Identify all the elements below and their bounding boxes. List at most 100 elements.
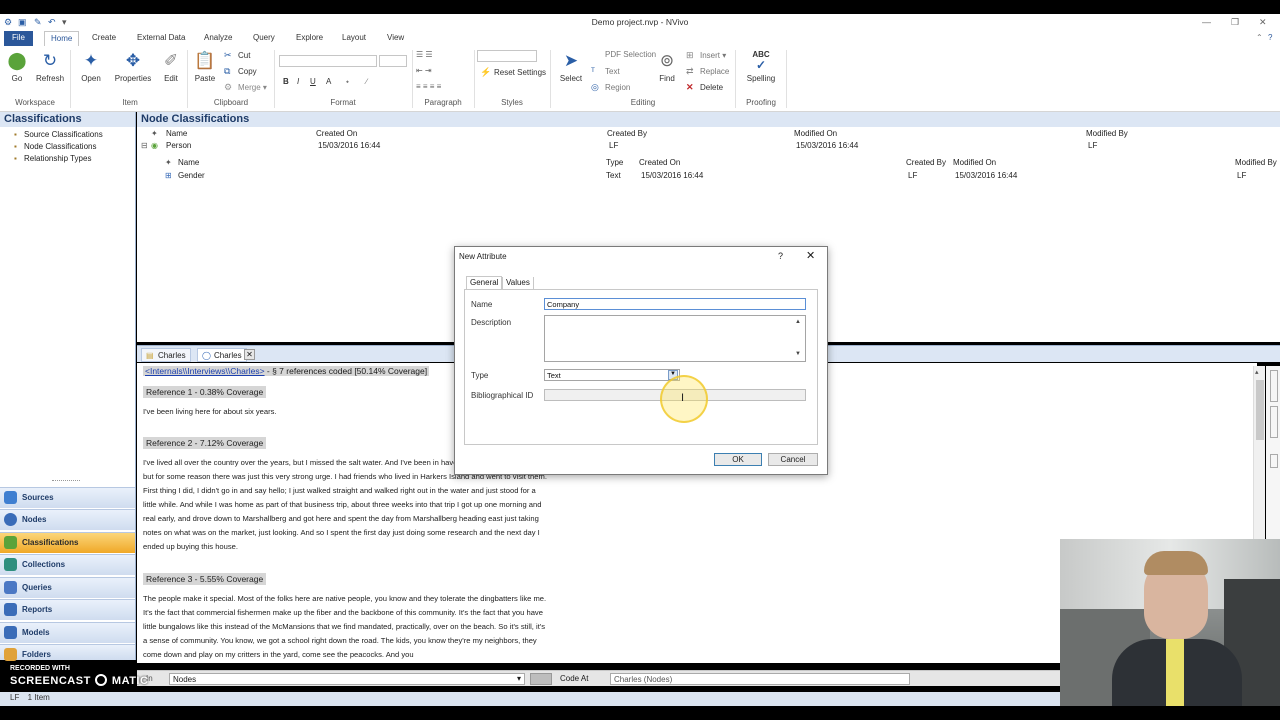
bullets-icon[interactable]: ☰ ☰ <box>416 50 433 59</box>
tree-item-label: Relationship Types <box>24 154 92 163</box>
font-size-combo[interactable] <box>379 55 407 67</box>
tab-analyze[interactable]: Analyze <box>204 33 232 42</box>
refresh-icon: ↻ <box>42 51 58 70</box>
nav-sources[interactable]: Sources <box>0 487 135 508</box>
font-name-combo[interactable] <box>279 55 377 67</box>
col-modified-by[interactable]: Modified By <box>1086 129 1128 138</box>
table-row[interactable]: ⊟ ◉ Person 15/03/2016 16:44 LF 15/03/201… <box>137 140 1280 152</box>
style-combo[interactable] <box>477 50 537 62</box>
ribbon: ⬤ Go ↻ Refresh Workspace ✦ Open ✥ Proper… <box>0 46 1280 112</box>
nav-models[interactable]: Models <box>0 622 135 643</box>
table-row[interactable]: ⊞ Gender Text 15/03/2016 16:44 LF 15/03/… <box>137 170 1280 182</box>
paste-button[interactable]: 📋 Paste <box>193 50 217 83</box>
bold-button[interactable]: B <box>283 77 289 86</box>
dialog-close-icon[interactable]: ✕ <box>806 249 815 262</box>
text-select-button[interactable]: ᵀ Text <box>591 66 620 76</box>
col-created-on[interactable]: Created On <box>316 129 357 138</box>
open-button[interactable]: ✦ Open <box>78 50 104 83</box>
tab-charles-node[interactable]: ◯ Charles <box>197 348 247 362</box>
cut-button[interactable]: ✂ Cut <box>224 50 250 61</box>
nav-nodes[interactable]: Nodes <box>0 509 135 530</box>
type-value: Text <box>547 371 561 380</box>
dialog-tab-general[interactable]: General <box>466 276 503 289</box>
code-target-field[interactable]: Charles (Nodes) <box>610 673 910 685</box>
source-link[interactable]: <Internals\\Interviews\\Charles> <box>145 366 265 376</box>
scroll-up-icon[interactable]: ▴ <box>1255 368 1259 376</box>
subcol-type[interactable]: Type <box>606 158 623 167</box>
cancel-button[interactable]: Cancel <box>768 453 818 466</box>
tab-file[interactable]: File <box>4 31 33 46</box>
pdf-selection-button[interactable]: PDF Selection <box>591 50 656 59</box>
close-window-icon[interactable]: ✕ <box>1259 17 1267 28</box>
col-created-by[interactable]: Created By <box>607 129 647 138</box>
subcol-modified-on[interactable]: Modified On <box>953 158 996 167</box>
ribbon-separator <box>274 50 275 108</box>
spelling-button[interactable]: ABC ✓ Spelling <box>744 50 778 83</box>
tab-view[interactable]: View <box>387 33 404 42</box>
scroll-down-icon[interactable]: ▼ <box>795 351 801 357</box>
italic-button[interactable]: I <box>297 77 299 86</box>
highlight-icon[interactable]: ⬩ <box>346 77 349 87</box>
insert-button[interactable]: ⊞ Insert ▾ <box>686 50 726 61</box>
tree-item-node-classifications[interactable]: ▪ Node Classifications <box>14 142 96 151</box>
merge-button[interactable]: ⚙ Merge ▾ <box>224 82 267 93</box>
subcol-created-on[interactable]: Created On <box>639 158 680 167</box>
nav-collections[interactable]: Collections <box>0 554 135 575</box>
clear-format-icon[interactable]: ∕ <box>366 77 367 86</box>
ribbon-separator <box>187 50 188 108</box>
scope-picker-button[interactable] <box>530 673 552 685</box>
nav-reports[interactable]: Reports <box>0 599 135 620</box>
properties-button[interactable]: ✥ Properties <box>114 50 152 83</box>
indent-icon[interactable]: ⇤ ⇥ <box>416 66 432 75</box>
tab-layout[interactable]: Layout <box>342 33 366 42</box>
collections-icon <box>4 558 17 571</box>
scroll-thumb[interactable] <box>1256 380 1264 440</box>
splitter-grip[interactable] <box>52 480 80 482</box>
paste-label: Paste <box>194 74 216 83</box>
dialog-help-button[interactable]: ? <box>778 251 783 261</box>
col-name[interactable]: Name <box>166 129 187 138</box>
minimize-icon[interactable]: — <box>1202 17 1211 27</box>
ribbon-collapse-icon[interactable]: ⌃ <box>1256 33 1263 42</box>
collapse-icon[interactable]: ⊟ <box>141 141 148 150</box>
name-input[interactable]: Company <box>544 298 806 310</box>
close-tab-icon[interactable]: ✕ <box>244 349 255 360</box>
subcol-modified-by[interactable]: Modified By <box>1235 158 1277 167</box>
tab-home[interactable]: Home <box>44 31 80 46</box>
tab-external-data[interactable]: External Data <box>137 33 185 42</box>
tab-explore[interactable]: Explore <box>296 33 323 42</box>
replace-button[interactable]: ⇄ Replace <box>686 66 729 77</box>
refresh-button[interactable]: ↻ Refresh <box>36 50 64 83</box>
underline-button[interactable]: U <box>310 77 316 86</box>
dialog-tab-values[interactable]: Values <box>502 277 534 289</box>
ok-button[interactable]: OK <box>714 453 762 466</box>
find-button[interactable]: ⊚ Find <box>656 50 678 83</box>
type-select[interactable]: Text ▼ <box>544 369 680 381</box>
scroll-up-icon[interactable]: ▲ <box>795 319 801 325</box>
tree-item-source-classifications[interactable]: ▪ Source Classifications <box>14 130 103 139</box>
reset-settings-button[interactable]: ⚡ Reset Settings <box>480 67 546 78</box>
copy-button[interactable]: ⧉ Copy <box>224 66 257 77</box>
align-icon[interactable]: ≡ ≡ ≡ ≡ <box>416 82 441 91</box>
nav-classifications[interactable]: Classifications <box>0 532 135 553</box>
go-button[interactable]: ⬤ Go <box>6 50 28 83</box>
tab-query[interactable]: Query <box>253 33 275 42</box>
region-select-button[interactable]: ◎ Region <box>591 82 630 93</box>
scope-combo[interactable]: Nodes ▾ <box>169 673 525 685</box>
dialog-title: New Attribute <box>459 252 507 261</box>
nav-folders[interactable]: Folders <box>0 644 135 661</box>
edit-button[interactable]: ✐ Edit <box>160 50 182 83</box>
tab-charles-source[interactable]: ▤ Charles <box>141 348 191 362</box>
delete-button[interactable]: ✕ Delete <box>686 82 723 93</box>
font-color-button[interactable]: A <box>326 77 331 86</box>
col-modified-on[interactable]: Modified On <box>794 129 837 138</box>
subcol-created-by[interactable]: Created By <box>906 158 946 167</box>
restore-icon[interactable]: ❐ <box>1231 17 1239 28</box>
description-input[interactable] <box>544 315 806 362</box>
help-icon[interactable]: ? <box>1268 33 1272 42</box>
tab-create[interactable]: Create <box>92 33 116 42</box>
subcol-name[interactable]: Name <box>178 158 199 167</box>
select-button[interactable]: ➤ Select <box>558 50 584 83</box>
nav-queries[interactable]: Queries <box>0 577 135 598</box>
tree-item-relationship-types[interactable]: ▪ Relationship Types <box>14 154 91 163</box>
